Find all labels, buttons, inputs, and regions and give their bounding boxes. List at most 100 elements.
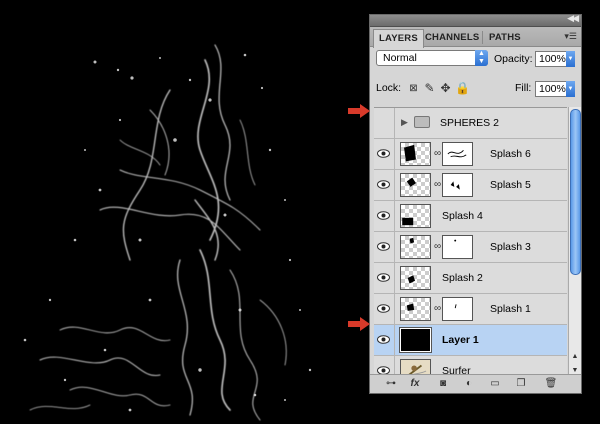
layer-thumbnail [400,173,431,197]
tab-channels[interactable]: CHANNELS [420,29,484,46]
link-chain-icon[interactable]: ∞ [434,148,441,160]
layer-row-splash-1[interactable]: ∞ Splash 1 [374,294,567,325]
fill-value: 100% [539,83,566,95]
layer-name: Splash 6 [490,148,531,160]
mask-splash-image [447,150,467,158]
panel-titlebar[interactable]: ◀◀ [370,13,581,27]
eye-icon [377,304,390,313]
eye-icon [377,273,390,282]
red-arrow-icon [348,317,370,331]
collapse-icon[interactable]: ◀◀ [567,13,579,24]
layer-mask-thumbnail [442,235,473,259]
layer-mask-thumbnail [442,297,473,321]
layer-row-splash-4[interactable]: Splash 4 [374,201,567,232]
visibility-toggle[interactable] [374,325,395,355]
splash-thumb-image [407,275,416,284]
layer-thumbnail [400,266,431,290]
tab-paths[interactable]: PATHS [484,29,526,46]
scroll-up-arrow-icon[interactable]: ▲ [569,351,581,363]
lock-all-icon[interactable]: 🔒 [455,82,470,95]
adjustment-layer-icon[interactable]: ◐ [462,378,476,390]
layer-name: Splash 4 [442,210,483,222]
layer-name: SPHERES 2 [440,117,499,129]
lock-transparency-icon[interactable]: ⊠ [407,82,420,95]
layer-thumbnail [400,142,431,166]
splash-thumb-image [404,144,416,162]
eye-icon [377,335,390,344]
link-chain-icon[interactable]: ∞ [434,179,441,191]
visibility-toggle[interactable] [374,108,395,138]
splash-thumb-image [402,217,414,226]
layer-list-scrollbar[interactable]: ▲ ▼ [568,107,581,379]
fill-field[interactable]: 100% ▼ [535,81,575,97]
visibility-toggle[interactable] [374,294,395,324]
select-arrows-icon: ▲ ▼ [475,50,488,66]
layer-mask-thumbnail [442,142,473,166]
panel-menu-icon[interactable]: ▾☰ [564,31,577,42]
scrollbar-thumb[interactable] [570,109,581,275]
delete-trash-icon[interactable]: 🗑 [544,378,558,390]
link-chain-icon[interactable]: ∞ [434,303,441,315]
eye-icon [377,242,390,251]
new-group-folder-icon[interactable]: ▭ [488,378,502,390]
link-chain-icon[interactable]: ∞ [434,241,441,253]
mask-splash-image [454,304,457,309]
layer-row-splash-6[interactable]: ∞ Splash 6 [374,139,567,170]
opacity-label: Opacity: [494,53,533,65]
layer-mask-thumbnail [442,173,473,197]
lock-label: Lock: [376,82,402,94]
opacity-dropdown-icon[interactable]: ▼ [566,51,575,67]
lock-position-move-icon[interactable]: ✥ [439,82,452,95]
layer-style-fx-icon[interactable]: fx [408,378,422,390]
tab-divider [482,31,483,44]
splash-thumb-image [406,303,415,311]
visibility-toggle[interactable] [374,139,395,169]
mask-splash-image [454,239,457,242]
opacity-field[interactable]: 100% ▼ [535,51,575,67]
visibility-toggle[interactable] [374,232,395,262]
layer-name: Splash 3 [490,241,531,253]
water-splash-image [23,44,312,421]
link-layers-icon[interactable]: ⊶ [384,378,398,390]
fill-dropdown-icon[interactable]: ▼ [566,81,575,97]
layer-row-splash-2[interactable]: Splash 2 [374,263,567,294]
layer-thumbnail [400,235,431,259]
layer-thumbnail [399,327,432,353]
panel-footer: ⊶ fx ◙ ◐ ▭ ❐ 🗑 [370,374,581,393]
tab-layers[interactable]: LAYERS [373,29,424,48]
lock-image-brush-icon[interactable]: ✎ [423,82,436,95]
blend-mode-select[interactable]: Normal ▲ ▼ [376,50,488,66]
visibility-toggle[interactable] [374,263,395,293]
expand-triangle-icon[interactable]: ▶ [401,117,408,128]
visibility-toggle[interactable] [374,201,395,231]
fill-label: Fill: [515,82,532,94]
layers-panel: ◀◀ LAYERS CHANNELS PATHS ▾☰ Normal ▲ ▼ Op… [369,13,582,394]
layer-row-splash-5[interactable]: ∞ Splash 5 [374,170,567,201]
document-canvas[interactable] [0,0,368,424]
add-mask-icon[interactable]: ◙ [436,378,450,390]
layer-name: Splash 1 [490,303,531,315]
layer-thumbnail [400,204,431,228]
opacity-value: 100% [539,53,566,65]
layer-name: Splash 5 [490,179,531,191]
panel-tabs: LAYERS CHANNELS PATHS ▾☰ [370,27,581,48]
blend-mode-value: Normal [383,52,417,64]
lock-row: Lock: ⊠ ✎ ✥ 🔒 Fill: 100% ▼ [370,81,581,99]
eye-icon [377,149,390,158]
mask-splash-image [450,181,460,190]
visibility-toggle[interactable] [374,170,395,200]
eye-icon [377,211,390,220]
layer-row-splash-3[interactable]: ∞ Splash 3 [374,232,567,263]
layer-list: ▶ SPHERES 2 ∞ Splash 6 ∞ Splash 5 Splash… [374,107,567,380]
layer-name: Layer 1 [442,334,479,346]
folder-icon [414,116,430,128]
layer-name: Splash 2 [442,272,483,284]
splash-thumb-image [406,177,416,187]
splash-thumb-image [409,237,415,244]
new-layer-icon[interactable]: ❐ [514,378,528,390]
eye-icon [377,180,390,189]
layer-thumbnail [400,297,431,321]
layer-row-spheres-2[interactable]: ▶ SPHERES 2 [374,108,567,139]
layer-row-layer-1[interactable]: Layer 1 [374,325,567,356]
blend-row: Normal ▲ ▼ Opacity: 100% ▼ [370,48,581,70]
